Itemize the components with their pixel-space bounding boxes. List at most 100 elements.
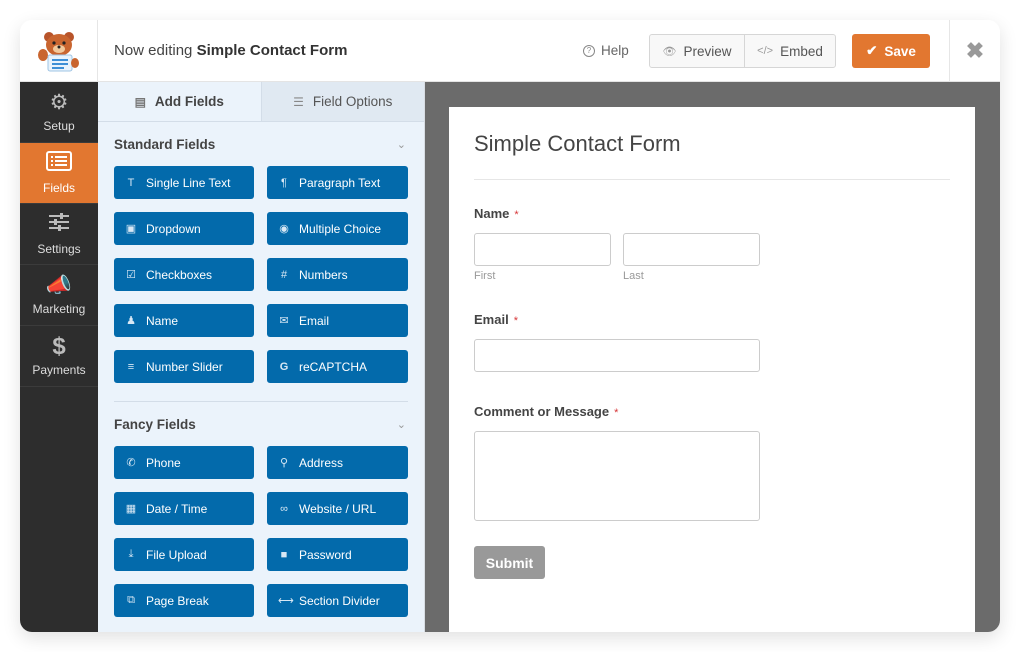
fields-panel: ▤ Add Fields ☰ Field Options Standard Fi…	[98, 82, 425, 632]
section-title: Standard Fields	[114, 136, 216, 152]
message-label: Comment or Message *	[474, 404, 619, 419]
field-button-password[interactable]: ■ Password	[267, 538, 408, 571]
preview-button[interactable]: 👁 Preview	[650, 35, 745, 67]
first-name-input[interactable]	[474, 233, 611, 266]
calendar-icon: ▦	[125, 503, 137, 515]
embed-label: Embed	[780, 43, 823, 59]
eye-icon: 👁	[662, 45, 677, 58]
submit-button[interactable]: Submit	[474, 546, 545, 579]
field-button-phone[interactable]: ✆ Phone	[114, 446, 254, 479]
link-icon: ∞	[280, 502, 288, 515]
panel-tabs: ▤ Add Fields ☰ Field Options	[98, 82, 424, 122]
email-label: Email *	[474, 312, 518, 327]
paragraph-icon: ¶	[281, 176, 287, 189]
last-sublabel: Last	[623, 270, 644, 282]
close-icon: ✖	[965, 38, 985, 63]
field-button-address[interactable]: ⚲ Address	[267, 446, 408, 479]
tab-field-options[interactable]: ☰ Field Options	[260, 82, 424, 121]
field-label: Paragraph Text	[299, 175, 381, 190]
field-label: Email	[299, 313, 330, 328]
field-button-dropdown[interactable]: ▣ Dropdown	[114, 212, 254, 245]
nav-item-fields[interactable]: Fields	[20, 143, 98, 204]
left-nav: ⚙ Setup Fields Settings 📣 Marketing $ Pa…	[20, 82, 98, 632]
nav-item-marketing[interactable]: 📣 Marketing	[20, 265, 98, 326]
message-textarea[interactable]	[474, 431, 760, 521]
form-preview-canvas: Simple Contact Form Name * First Last Ema…	[425, 82, 1000, 632]
message-field[interactable]: Comment or Message *	[474, 404, 950, 521]
field-label: Dropdown	[146, 221, 201, 236]
standard-fields-grid: T Single Line Text ¶ Paragraph Text ▣ Dropd…	[98, 166, 424, 383]
top-bar: Now editing Simple Contact Form ? Help 👁…	[20, 20, 1000, 82]
nav-label: Payments	[32, 362, 86, 377]
tab-label: Add Fields	[154, 94, 224, 109]
name-field[interactable]: Name * First Last	[474, 206, 950, 282]
title-divider	[474, 179, 950, 180]
field-button-numbers[interactable]: # Numbers	[267, 258, 408, 291]
field-button-checkboxes[interactable]: ☑ Checkboxes	[114, 258, 254, 291]
field-button-single-line-text[interactable]: T Single Line Text	[114, 166, 254, 199]
lock-icon: ■	[280, 548, 288, 561]
field-button-date-time[interactable]: ▦ Date / Time	[114, 492, 254, 525]
field-label: Numbers	[299, 267, 348, 282]
field-label: Address	[299, 455, 344, 470]
required-mark: *	[513, 315, 518, 327]
save-label: Save	[884, 43, 916, 59]
field-label: Website / URL	[299, 501, 377, 516]
field-label: Number Slider	[146, 359, 223, 374]
email-input[interactable]	[474, 339, 760, 372]
field-label: Date / Time	[146, 501, 208, 516]
section-header-standard[interactable]: Standard Fields ⌄	[98, 122, 424, 166]
field-button-recaptcha[interactable]: GreCAPTCHA	[267, 350, 408, 383]
envelope-icon: ✉	[279, 315, 289, 327]
section-title: Fancy Fields	[114, 416, 196, 432]
field-button-number-slider[interactable]: ≡ Number Slider	[114, 350, 254, 383]
preview-label: Preview	[683, 43, 732, 59]
form-list-icon: ▤	[134, 94, 146, 109]
nav-item-payments[interactable]: $ Payments	[20, 326, 98, 387]
tab-add-fields[interactable]: ▤ Add Fields	[98, 82, 261, 121]
section-header-fancy[interactable]: Fancy Fields ⌄	[98, 402, 424, 446]
chevron-down-icon: ⌄	[396, 418, 406, 431]
field-label: Checkboxes	[146, 267, 213, 282]
form-builder-window: Now editing Simple Contact Form ? Help 👁…	[20, 20, 1000, 632]
wpforms-logo[interactable]	[20, 20, 98, 82]
upload-icon: ⤓	[128, 548, 134, 560]
dropdown-icon: ▣	[125, 223, 137, 235]
nav-item-setup[interactable]: ⚙ Setup	[20, 82, 98, 143]
field-button-multiple-choice[interactable]: ◉ Multiple Choice	[267, 212, 408, 245]
phone-icon: ✆	[126, 457, 136, 469]
nav-label: Setup	[43, 118, 75, 133]
required-mark: *	[514, 209, 519, 221]
code-icon: </>	[757, 45, 774, 57]
field-label: Phone	[146, 455, 181, 470]
field-button-paragraph-text[interactable]: ¶ Paragraph Text	[267, 166, 408, 199]
field-button-website-url[interactable]: ∞ Website / URL	[267, 492, 408, 525]
close-button[interactable]: ✖	[949, 20, 1000, 82]
last-name-input[interactable]	[623, 233, 760, 266]
megaphone-icon: 📣	[45, 273, 73, 297]
field-button-page-break[interactable]: ⧉ Page Break	[114, 584, 254, 617]
google-icon: G	[279, 360, 289, 373]
email-field[interactable]: Email *	[474, 312, 950, 372]
divider-icon: ⟷	[278, 595, 294, 607]
field-button-section-divider[interactable]: ⟷ Section Divider	[267, 584, 408, 617]
save-button[interactable]: ✔ Save	[852, 34, 930, 68]
checkbox-icon: ☑	[126, 269, 136, 281]
field-button-email[interactable]: ✉ Email	[267, 304, 408, 337]
help-link[interactable]: ? Help	[583, 43, 629, 58]
tab-label: Field Options	[312, 94, 393, 109]
help-circle-icon: ?	[583, 44, 595, 57]
text-cursor-icon: T	[127, 176, 135, 189]
help-label: Help	[601, 43, 629, 58]
embed-button[interactable]: </> Embed	[745, 35, 835, 67]
field-button-name[interactable]: ♟ Name	[114, 304, 254, 337]
editing-title: Now editing Simple Contact Form	[114, 42, 347, 59]
map-pin-icon: ⚲	[279, 457, 289, 469]
sliders-icon	[48, 212, 70, 237]
name-label: Name *	[474, 206, 519, 221]
field-label: Name	[146, 313, 179, 328]
nav-item-settings[interactable]: Settings	[20, 204, 98, 265]
field-button-file-upload[interactable]: ⤓ File Upload	[114, 538, 254, 571]
preview-embed-group: 👁 Preview </> Embed	[649, 34, 836, 68]
fancy-fields-grid: ✆ Phone ⚲ Address ▦ Date / Time ∞ Website / …	[98, 446, 424, 617]
